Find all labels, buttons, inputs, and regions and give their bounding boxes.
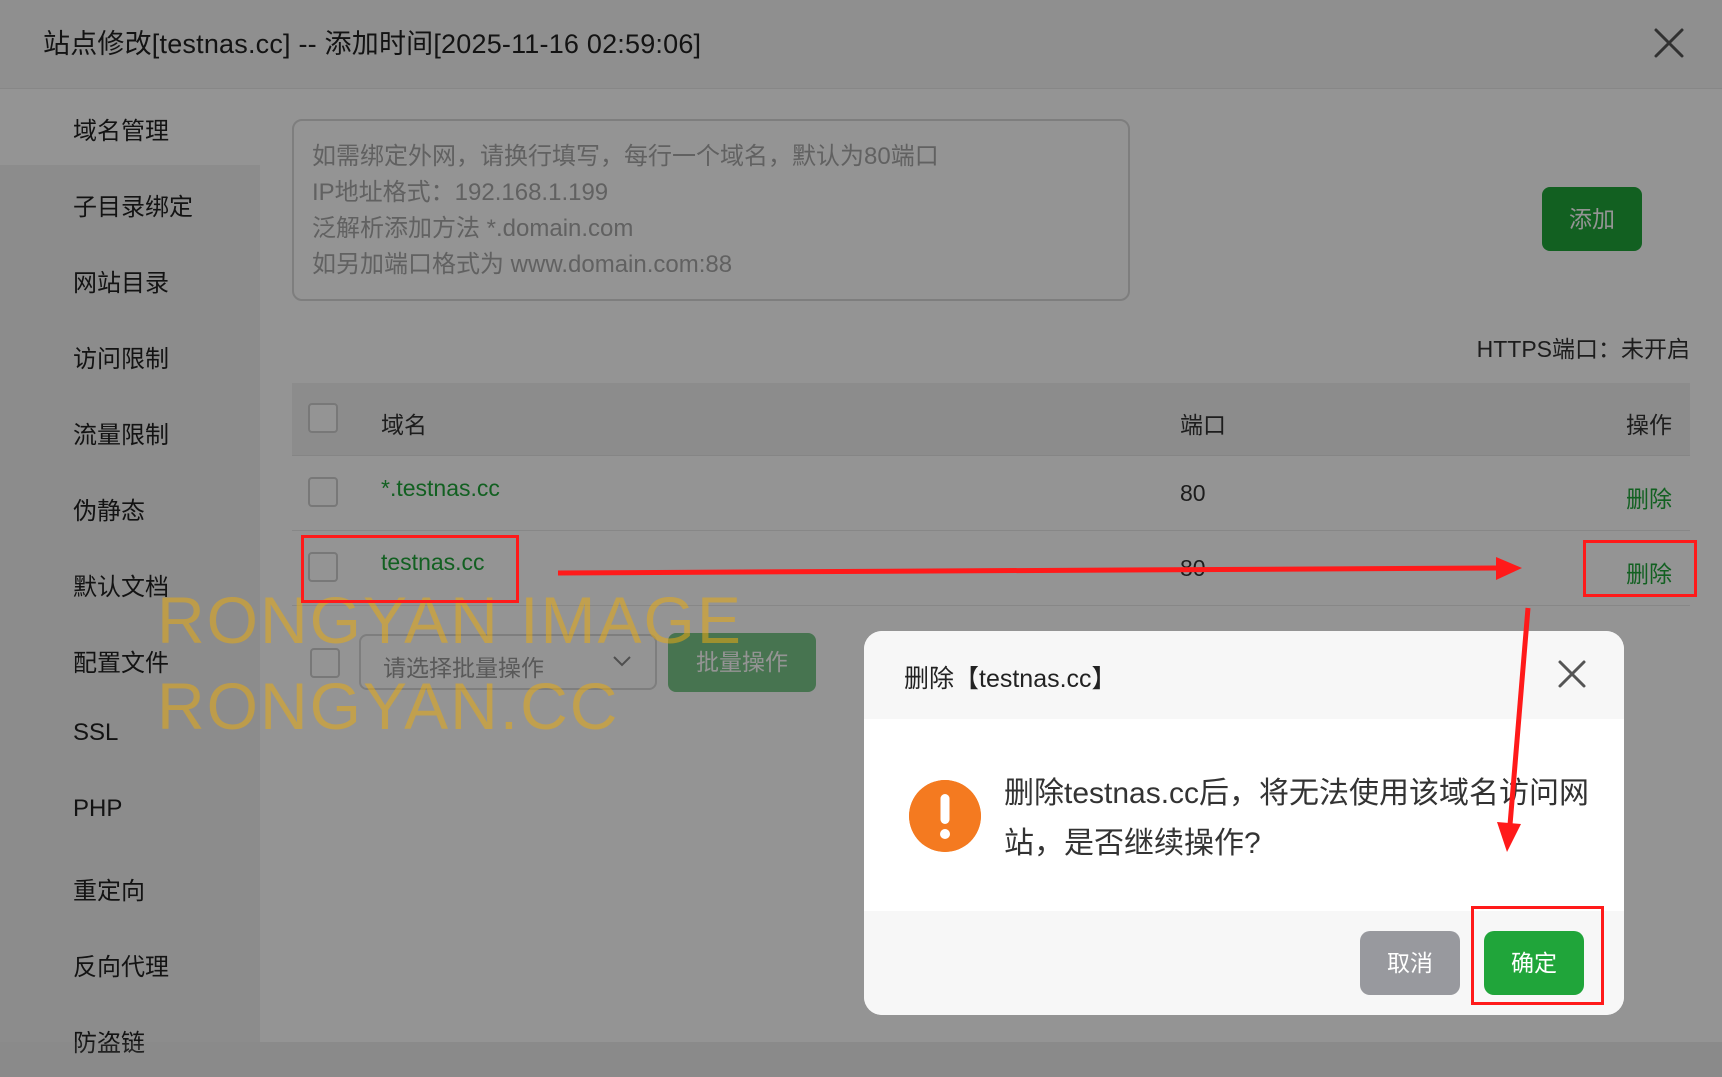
- annotation-arrows: [557, 557, 1531, 852]
